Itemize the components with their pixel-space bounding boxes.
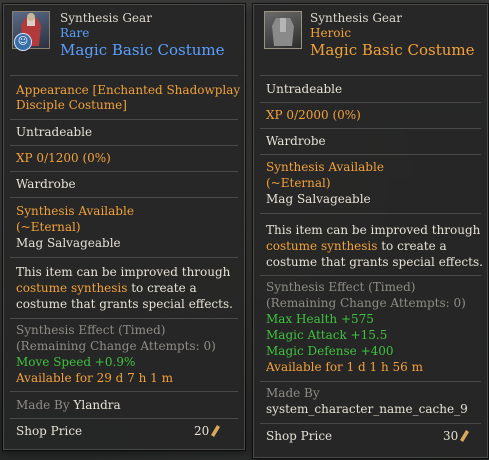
effect-stat-max-health: Max Health +575 — [266, 312, 374, 326]
shop-price-label: Shop Price — [266, 429, 333, 443]
effect-stat: Move Speed +0.9% — [16, 355, 136, 369]
synthesis-duration: (~Eternal) — [16, 220, 81, 234]
xp-progress: XP 0/1200 (0%) — [16, 151, 111, 165]
improve-text-rest: to create a — [127, 281, 197, 295]
divider — [260, 423, 481, 424]
divider — [10, 391, 238, 392]
tradeable-status: Untradeable — [266, 82, 343, 96]
shop-price: 30 — [443, 428, 470, 444]
costume-synthesis-highlight: costume synthesis — [266, 239, 378, 253]
wardrobe-label: Wardrobe — [266, 134, 326, 148]
made-by-label: Made By — [16, 398, 70, 412]
divider — [260, 154, 481, 155]
tooltip-header: ☺ Synthesis Gear Rare Magic Basic Costum… — [4, 5, 244, 69]
coin-icon — [211, 425, 221, 437]
shop-price-label: Shop Price — [16, 424, 83, 438]
effect-stat-magic-defense: Magic Defense +400 — [266, 344, 394, 358]
shop-price: 20 — [194, 423, 221, 439]
divider — [260, 381, 481, 382]
shop-price-value: 30 — [443, 429, 459, 443]
change-attempts: (Remaining Change Attempts: 0) — [266, 296, 466, 310]
divider — [10, 145, 238, 146]
synthesis-available: Synthesis Available — [16, 204, 134, 218]
appearance-line-2: Disciple Costume] — [16, 98, 127, 112]
synthesis-effect-title: Synthesis Effect (Timed) — [266, 280, 416, 294]
xp-progress: XP 0/2000 (0%) — [266, 108, 361, 122]
tradeable-status: Untradeable — [16, 125, 93, 139]
synthesis-effect-title: Synthesis Effect (Timed) — [16, 323, 166, 337]
divider — [10, 257, 238, 258]
item-name: Magic Basic Costume — [60, 41, 225, 59]
divider — [260, 128, 481, 129]
wardrobe-label: Wardrobe — [16, 177, 76, 191]
item-tooltip-rare: ☺ Synthesis Gear Rare Magic Basic Costum… — [3, 4, 245, 450]
item-grade: Rare — [60, 26, 90, 40]
made-by-label: Made By — [266, 386, 320, 400]
made-by: Made By Ylandra — [16, 397, 121, 413]
improve-text-line-1: This item can be improved through — [266, 223, 481, 237]
improve-text-line-3: costume that grants special effects. — [16, 297, 233, 311]
improve-text-rest: to create a — [377, 239, 447, 253]
appearance-line-1: Appearance [Enchanted Shadowplay — [16, 83, 241, 97]
item-name: Magic Basic Costume — [310, 41, 475, 59]
divider — [260, 75, 481, 76]
divider — [260, 275, 481, 276]
divider — [10, 318, 238, 319]
divider — [10, 418, 238, 419]
item-grade: Heroic — [310, 26, 352, 40]
improve-text-line-1: This item can be improved through — [16, 265, 231, 279]
tooltip-header: Synthesis Gear Heroic Magic Basic Costum… — [254, 5, 487, 69]
change-attempts: (Remaining Change Attempts: 0) — [16, 339, 216, 353]
coin-icon — [460, 430, 470, 442]
synthesis-duration: (~Eternal) — [266, 176, 331, 190]
item-tooltip-heroic: Synthesis Gear Heroic Magic Basic Costum… — [253, 4, 488, 458]
improve-text-line-2: costume synthesis to create a — [266, 238, 447, 254]
effect-stat-magic-attack: Magic Attack +15.5 — [266, 328, 388, 342]
item-type: Synthesis Gear — [310, 11, 402, 25]
divider — [260, 102, 481, 103]
divider — [10, 197, 238, 198]
made-by-value: system_character_name_cache_9 — [266, 402, 468, 416]
synthesis-available: Synthesis Available — [266, 160, 384, 174]
character-badge-icon: ☺ — [14, 33, 32, 51]
divider — [260, 213, 481, 214]
available-for-timer: Available for 29 d 7 h 1 m — [16, 371, 173, 385]
salvage-status: Mag Salvageable — [266, 192, 371, 206]
item-type: Synthesis Gear — [60, 11, 152, 25]
salvage-status: Mag Salvageable — [16, 236, 121, 250]
available-for-timer: Available for 1 d 1 h 56 m — [266, 360, 423, 374]
divider — [10, 119, 238, 120]
divider — [10, 171, 238, 172]
improve-text-line-2: costume synthesis to create a — [16, 280, 197, 296]
shop-price-value: 20 — [194, 424, 210, 438]
costume-robe-gray-icon — [264, 11, 302, 49]
divider — [10, 75, 238, 76]
made-by-value: Ylandra — [73, 398, 121, 412]
costume-synthesis-highlight: costume synthesis — [16, 281, 128, 295]
improve-text-line-3: costume that grants special effects. — [266, 255, 483, 269]
